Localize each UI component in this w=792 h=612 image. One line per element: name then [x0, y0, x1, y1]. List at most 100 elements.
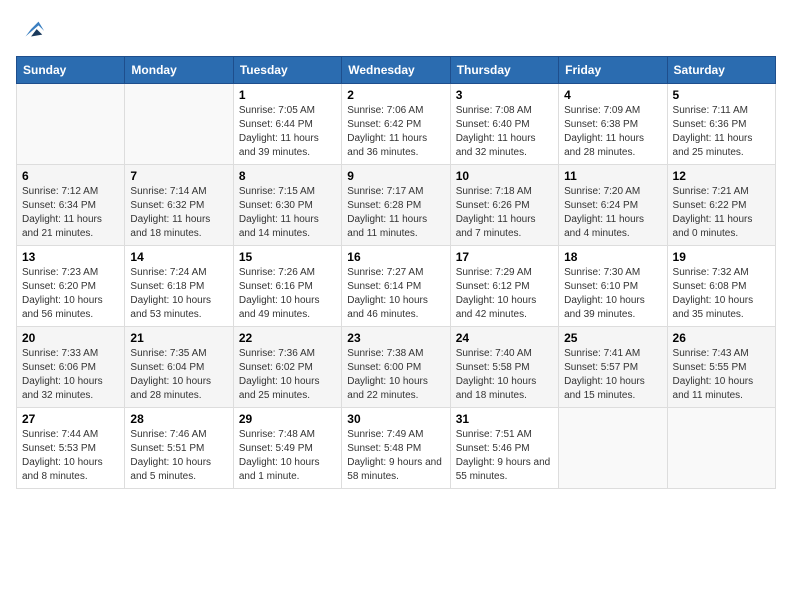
day-number: 22	[239, 331, 336, 345]
day-info: Sunrise: 7:23 AM Sunset: 6:20 PM Dayligh…	[22, 266, 119, 322]
calendar-cell: 12Sunrise: 7:21 AM Sunset: 6:22 PM Dayli…	[667, 165, 775, 246]
day-info: Sunrise: 7:33 AM Sunset: 6:06 PM Dayligh…	[22, 347, 119, 403]
calendar-cell: 22 Sunrise: 7:36 AM Sunset: 6:02 PM Dayli…	[233, 327, 341, 408]
calendar-cell: 24 Sunrise: 7:40 AM Sunset: 5:58 PM Dayli…	[450, 327, 558, 408]
day-number: 21	[130, 331, 227, 345]
day-number: 15	[239, 250, 336, 264]
calendar-cell: 10 Sunrise: 7:18 AM Sunset: 6:26 PM Dayli…	[450, 165, 558, 246]
day-info: Sunrise: 7:15 AM Sunset: 6:30 PM Dayligh…	[239, 185, 336, 241]
calendar-cell: 29 Sunrise: 7:48 AM Sunset: 5:49 PM Dayli…	[233, 408, 341, 489]
day-info: Sunrise: 7:05 AM Sunset: 6:44 PM Dayligh…	[239, 104, 336, 160]
day-info: Sunrise: 7:30 AM Sunset: 6:10 PM Dayligh…	[564, 266, 661, 322]
calendar-cell: 19Sunrise: 7:32 AM Sunset: 6:08 PM Dayli…	[667, 246, 775, 327]
day-number: 6	[22, 169, 119, 183]
day-info: Sunrise: 7:51 AM Sunset: 5:46 PM Dayligh…	[456, 428, 553, 484]
calendar-cell: 16Sunrise: 7:27 AM Sunset: 6:14 PM Dayli…	[342, 246, 450, 327]
calendar-cell	[125, 84, 233, 165]
logo	[16, 16, 46, 44]
day-number: 11	[564, 169, 661, 183]
day-info: Sunrise: 7:48 AM Sunset: 5:49 PM Dayligh…	[239, 428, 336, 484]
day-info: Sunrise: 7:14 AM Sunset: 6:32 PM Dayligh…	[130, 185, 227, 241]
calendar-cell: 18 Sunrise: 7:30 AM Sunset: 6:10 PM Dayli…	[559, 246, 667, 327]
day-number: 27	[22, 412, 119, 426]
calendar-cell	[559, 408, 667, 489]
day-info: Sunrise: 7:43 AM Sunset: 5:55 PM Dayligh…	[673, 347, 770, 403]
calendar-cell: 1 Sunrise: 7:05 AM Sunset: 6:44 PM Daylig…	[233, 84, 341, 165]
day-info: Sunrise: 7:06 AM Sunset: 6:42 PM Dayligh…	[347, 104, 444, 160]
day-number: 18	[564, 250, 661, 264]
day-number: 4	[564, 88, 661, 102]
calendar-cell: 30 Sunrise: 7:49 AM Sunset: 5:48 PM Dayli…	[342, 408, 450, 489]
day-info: Sunrise: 7:46 AM Sunset: 5:51 PM Dayligh…	[130, 428, 227, 484]
calendar-week-row: 27 Sunrise: 7:44 AM Sunset: 5:53 PM Dayli…	[17, 408, 776, 489]
calendar-week-row: 13 Sunrise: 7:23 AM Sunset: 6:20 PM Dayli…	[17, 246, 776, 327]
day-info: Sunrise: 7:18 AM Sunset: 6:26 PM Dayligh…	[456, 185, 553, 241]
calendar-body: 1 Sunrise: 7:05 AM Sunset: 6:44 PM Daylig…	[17, 84, 776, 489]
day-number: 7	[130, 169, 227, 183]
calendar-cell: 8 Sunrise: 7:15 AM Sunset: 6:30 PM Daylig…	[233, 165, 341, 246]
calendar-cell: 5 Sunrise: 7:11 AM Sunset: 6:36 PM Daylig…	[667, 84, 775, 165]
day-number: 14	[130, 250, 227, 264]
calendar-cell: 14 Sunrise: 7:24 AM Sunset: 6:18 PM Dayli…	[125, 246, 233, 327]
calendar-cell: 27 Sunrise: 7:44 AM Sunset: 5:53 PM Dayli…	[17, 408, 125, 489]
calendar-cell: 7 Sunrise: 7:14 AM Sunset: 6:32 PM Daylig…	[125, 165, 233, 246]
day-number: 3	[456, 88, 553, 102]
calendar-cell: 9Sunrise: 7:17 AM Sunset: 6:28 PM Daylig…	[342, 165, 450, 246]
calendar-table: SundayMondayTuesdayWednesdayThursdayFrid…	[16, 56, 776, 489]
calendar-week-row: 6 Sunrise: 7:12 AM Sunset: 6:34 PM Daylig…	[17, 165, 776, 246]
day-info: Sunrise: 7:26 AM Sunset: 6:16 PM Dayligh…	[239, 266, 336, 322]
day-number: 23	[347, 331, 444, 345]
day-info: Sunrise: 7:49 AM Sunset: 5:48 PM Dayligh…	[347, 428, 444, 484]
day-number: 8	[239, 169, 336, 183]
weekday-tuesday: Tuesday	[233, 57, 341, 84]
day-number: 24	[456, 331, 553, 345]
day-number: 30	[347, 412, 444, 426]
calendar-cell: 21 Sunrise: 7:35 AM Sunset: 6:04 PM Dayli…	[125, 327, 233, 408]
day-info: Sunrise: 7:29 AM Sunset: 6:12 PM Dayligh…	[456, 266, 553, 322]
day-info: Sunrise: 7:09 AM Sunset: 6:38 PM Dayligh…	[564, 104, 661, 160]
day-info: Sunrise: 7:20 AM Sunset: 6:24 PM Dayligh…	[564, 185, 661, 241]
day-info: Sunrise: 7:32 AM Sunset: 6:08 PM Dayligh…	[673, 266, 770, 322]
day-number: 17	[456, 250, 553, 264]
day-number: 10	[456, 169, 553, 183]
day-info: Sunrise: 7:17 AM Sunset: 6:28 PM Dayligh…	[347, 185, 444, 241]
calendar-cell: 6 Sunrise: 7:12 AM Sunset: 6:34 PM Daylig…	[17, 165, 125, 246]
day-number: 25	[564, 331, 661, 345]
day-number: 28	[130, 412, 227, 426]
calendar-cell: 26 Sunrise: 7:43 AM Sunset: 5:55 PM Dayli…	[667, 327, 775, 408]
calendar-cell: 23 Sunrise: 7:38 AM Sunset: 6:00 PM Dayli…	[342, 327, 450, 408]
calendar-cell: 4 Sunrise: 7:09 AM Sunset: 6:38 PM Daylig…	[559, 84, 667, 165]
day-number: 29	[239, 412, 336, 426]
calendar-cell	[667, 408, 775, 489]
day-info: Sunrise: 7:12 AM Sunset: 6:34 PM Dayligh…	[22, 185, 119, 241]
weekday-wednesday: Wednesday	[342, 57, 450, 84]
day-info: Sunrise: 7:21 AM Sunset: 6:22 PM Dayligh…	[673, 185, 770, 241]
day-info: Sunrise: 7:08 AM Sunset: 6:40 PM Dayligh…	[456, 104, 553, 160]
weekday-sunday: Sunday	[17, 57, 125, 84]
calendar-cell: 20Sunrise: 7:33 AM Sunset: 6:06 PM Dayli…	[17, 327, 125, 408]
day-number: 13	[22, 250, 119, 264]
day-info: Sunrise: 7:35 AM Sunset: 6:04 PM Dayligh…	[130, 347, 227, 403]
weekday-thursday: Thursday	[450, 57, 558, 84]
logo-icon	[18, 16, 46, 44]
day-number: 1	[239, 88, 336, 102]
calendar-cell: 13 Sunrise: 7:23 AM Sunset: 6:20 PM Dayli…	[17, 246, 125, 327]
calendar-cell: 2Sunrise: 7:06 AM Sunset: 6:42 PM Daylig…	[342, 84, 450, 165]
calendar-cell: 28 Sunrise: 7:46 AM Sunset: 5:51 PM Dayli…	[125, 408, 233, 489]
calendar-cell: 3 Sunrise: 7:08 AM Sunset: 6:40 PM Daylig…	[450, 84, 558, 165]
day-info: Sunrise: 7:38 AM Sunset: 6:00 PM Dayligh…	[347, 347, 444, 403]
day-info: Sunrise: 7:36 AM Sunset: 6:02 PM Dayligh…	[239, 347, 336, 403]
day-number: 26	[673, 331, 770, 345]
day-info: Sunrise: 7:24 AM Sunset: 6:18 PM Dayligh…	[130, 266, 227, 322]
weekday-monday: Monday	[125, 57, 233, 84]
calendar-week-row: 20Sunrise: 7:33 AM Sunset: 6:06 PM Dayli…	[17, 327, 776, 408]
day-number: 31	[456, 412, 553, 426]
day-info: Sunrise: 7:40 AM Sunset: 5:58 PM Dayligh…	[456, 347, 553, 403]
day-info: Sunrise: 7:11 AM Sunset: 6:36 PM Dayligh…	[673, 104, 770, 160]
calendar-week-row: 1 Sunrise: 7:05 AM Sunset: 6:44 PM Daylig…	[17, 84, 776, 165]
day-info: Sunrise: 7:44 AM Sunset: 5:53 PM Dayligh…	[22, 428, 119, 484]
day-info: Sunrise: 7:27 AM Sunset: 6:14 PM Dayligh…	[347, 266, 444, 322]
calendar-cell: 17 Sunrise: 7:29 AM Sunset: 6:12 PM Dayli…	[450, 246, 558, 327]
calendar-cell	[17, 84, 125, 165]
day-number: 5	[673, 88, 770, 102]
